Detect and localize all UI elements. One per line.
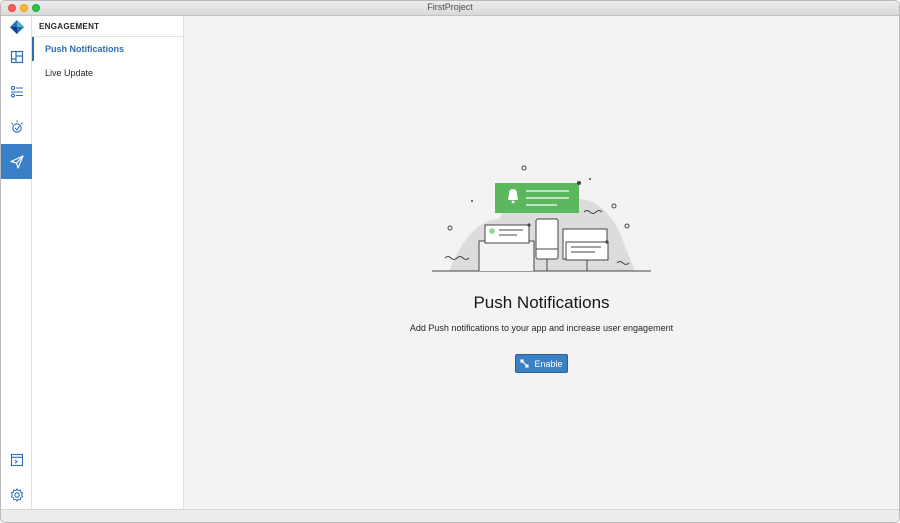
gear-icon (10, 487, 23, 502)
window-title: FirstProject (427, 2, 473, 12)
enable-button[interactable]: Enable (515, 354, 568, 373)
app-window: FirstProject ENGAGEMENT Push Notificatio… (0, 0, 900, 523)
main-content: Push Notifications Add Push notification… (184, 16, 899, 509)
plug-icon (520, 359, 530, 368)
subnav-header: ENGAGEMENT (32, 16, 183, 37)
push-devices-illustration (432, 165, 651, 272)
sidebar-item-dashboard[interactable] (1, 39, 32, 74)
settings-sliders-icon (10, 85, 23, 98)
logo-icon (9, 20, 24, 34)
terminal-icon (10, 453, 23, 466)
sidebar-item-insights[interactable] (1, 109, 32, 144)
subnav-item-push-notifications[interactable]: Push Notifications (32, 37, 183, 61)
page-title: Push Notifications (473, 293, 610, 312)
sidebar-item-settings-gear[interactable] (1, 477, 32, 512)
page-description: Add Push notifications to your app and i… (409, 323, 674, 333)
title-bar: FirstProject (1, 1, 899, 16)
app-logo[interactable] (1, 16, 32, 38)
send-icon (9, 154, 24, 169)
sidebar-item-settings[interactable] (1, 74, 32, 109)
sidebar-item-engagement[interactable] (1, 144, 32, 179)
enable-button-label: Enable (534, 358, 563, 369)
icon-sidebar (1, 16, 32, 509)
engagement-subnav: ENGAGEMENT Push Notifications Live Updat… (32, 16, 184, 509)
dashboard-icon (10, 50, 23, 63)
subnav-item-live-update[interactable]: Live Update (32, 61, 183, 85)
status-bar (1, 509, 899, 522)
bulb-icon (10, 120, 23, 133)
sidebar-item-console[interactable] (1, 442, 32, 477)
